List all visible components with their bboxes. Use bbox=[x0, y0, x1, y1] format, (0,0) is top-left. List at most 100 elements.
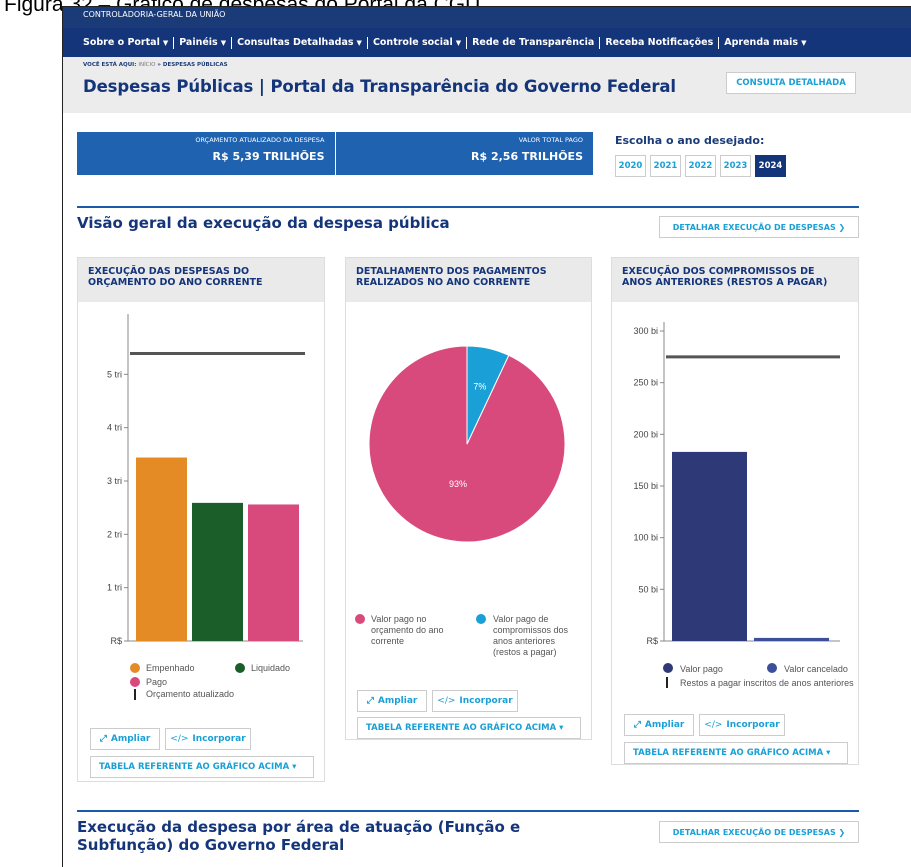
y-tick-label: 50 bi bbox=[638, 584, 658, 594]
card-title: DETALHAMENTO DOS PAGAMENTOS REALIZADOS N… bbox=[346, 258, 591, 302]
legend-empenhado[interactable]: Empenhado bbox=[146, 663, 195, 674]
browser-screenshot-frame: CONTROLADORIA-GERAL DA UNIÃO Sobre o Por… bbox=[62, 6, 911, 867]
tabela-dropdown-button[interactable]: TABELA REFERENTE AO GRÁFICO ACIMA ▾ bbox=[90, 756, 314, 778]
stats-panel: ORÇAMENTO ATUALIZADO DA DESPESA R$ 5,39 … bbox=[77, 132, 593, 175]
breadcrumb: VOCÊ ESTÁ AQUI: INÍCIO » DESPESAS PÚBLIC… bbox=[83, 62, 228, 68]
year-2024-button[interactable]: 2024 bbox=[755, 155, 786, 177]
consulta-detalhada-button[interactable]: CONSULTA DETALHADA bbox=[726, 72, 856, 94]
section-divider bbox=[77, 206, 859, 208]
nav-paineis[interactable]: Painéis ▼ bbox=[174, 36, 233, 49]
expand-arrow-icon: ⤢ bbox=[633, 720, 641, 730]
legend-pago[interactable]: Pago bbox=[146, 677, 167, 688]
bar-chart-restos-a-pagar: R$ 50 bi 100 bi 150 bi 200 bi 250 bi 300 bi bbox=[633, 322, 840, 646]
section-title-area-atuacao: Execução da despesa por área de atuação … bbox=[77, 818, 521, 854]
bar bbox=[192, 502, 243, 641]
year-selector: 2020 2021 2022 2023 2024 bbox=[615, 155, 786, 177]
legend-liquidado[interactable]: Liquidado bbox=[251, 663, 290, 674]
chart-card-pagamentos: DETALHAMENTO DOS PAGAMENTOS REALIZADOS N… bbox=[345, 257, 592, 740]
main-nav: Sobre o Portal ▼ Painéis ▼ Consultas Detal… bbox=[63, 28, 911, 57]
section-title-visao-geral: Visão geral da execução da despesa públi… bbox=[77, 214, 450, 232]
legend-restos-a-pagar[interactable]: Valor pago de compromissos dos anos ante… bbox=[493, 614, 568, 658]
pie-chart-pagamentos: 93% 7% bbox=[368, 345, 566, 543]
tabela-dropdown-button[interactable]: TABELA REFERENTE AO GRÁFICO ACIMA ▾ bbox=[357, 717, 581, 739]
nav-sobre[interactable]: Sobre o Portal ▼ bbox=[83, 36, 175, 49]
y-tick-label: 4 tri bbox=[107, 423, 122, 433]
nav-controle-social[interactable]: Controle social ▼ bbox=[368, 36, 468, 49]
card-title: EXECUÇÃO DOS COMPROMISSOS DE ANOS ANTERI… bbox=[612, 258, 858, 302]
legend-swatch-restos-inscritos bbox=[666, 677, 668, 688]
y-tick-label: R$ bbox=[110, 636, 122, 646]
detalhar-execucao-button-2[interactable]: DETALHAR EXECUÇÃO DE DESPESAS ❯ bbox=[659, 821, 859, 843]
chevron-down-icon: ▼ bbox=[801, 38, 807, 47]
stat-orcamento-value: R$ 5,39 TRILHÕES bbox=[212, 150, 325, 163]
expand-arrow-icon: ⤢ bbox=[99, 734, 107, 744]
pie-data-label: 7% bbox=[473, 382, 486, 392]
ampliar-button[interactable]: ⤢ Ampliar bbox=[357, 690, 427, 712]
nav-receba-notificacoes[interactable]: Receba Notificações bbox=[600, 36, 720, 49]
page-title: Despesas Públicas | Portal da Transparên… bbox=[83, 77, 676, 96]
chart-card-execucao: EXECUÇÃO DAS DESPESAS DO ORÇAMENTO DO AN… bbox=[77, 257, 325, 782]
code-brackets-icon: </> bbox=[437, 696, 456, 706]
incorporar-button[interactable]: </> Incorporar bbox=[432, 690, 518, 712]
year-2021-button[interactable]: 2021 bbox=[650, 155, 681, 177]
bar bbox=[672, 451, 747, 641]
legend-restos-inscritos[interactable]: Restos a pagar inscritos de anos anterio… bbox=[680, 678, 854, 689]
y-tick-label: 200 bi bbox=[633, 429, 658, 439]
code-brackets-icon: </> bbox=[170, 734, 189, 744]
pie-data-label: 93% bbox=[449, 479, 467, 489]
chevron-down-icon: ▼ bbox=[162, 38, 169, 47]
breadcrumb-home-link[interactable]: INÍCIO bbox=[138, 62, 155, 68]
chevron-down-icon: ▼ bbox=[356, 38, 362, 47]
incorporar-button[interactable]: </> Incorporar bbox=[699, 714, 785, 736]
legend-orcamento[interactable]: Orçamento atualizado bbox=[146, 689, 234, 700]
y-tick-label: 5 tri bbox=[107, 369, 122, 379]
bar-chart-execucao: R$ 1 tri 2 tri 3 tri 4 tri 5 tri bbox=[107, 314, 305, 646]
year-2020-button[interactable]: 2020 bbox=[615, 155, 646, 177]
legend-swatch-valor-pago bbox=[663, 663, 673, 673]
year-2022-button[interactable]: 2022 bbox=[685, 155, 716, 177]
nav-consultas[interactable]: Consultas Detalhadas ▼ bbox=[232, 36, 368, 49]
page-header: VOCÊ ESTÁ AQUI: INÍCIO » DESPESAS PÚBLIC… bbox=[63, 57, 911, 113]
chevron-down-icon: ▼ bbox=[220, 38, 227, 47]
stat-orcamento: ORÇAMENTO ATUALIZADO DA DESPESA R$ 5,39 … bbox=[77, 132, 336, 175]
incorporar-button[interactable]: </> Incorporar bbox=[165, 728, 251, 750]
chevron-down-icon: ▼ bbox=[455, 38, 462, 47]
y-tick-label: R$ bbox=[646, 636, 658, 646]
nav-aprenda-mais[interactable]: Aprenda mais ▼ bbox=[719, 37, 811, 49]
legend-valor-pago-orcamento[interactable]: Valor pago no orçamento do ano corrente bbox=[371, 614, 444, 647]
card-title: EXECUÇÃO DAS DESPESAS DO ORÇAMENTO DO AN… bbox=[78, 258, 324, 302]
legend-swatch-restos-a-pagar bbox=[476, 614, 486, 624]
top-bar: CONTROLADORIA-GERAL DA UNIÃO bbox=[63, 7, 911, 28]
y-tick-label: 300 bi bbox=[633, 326, 658, 336]
y-tick-label: 250 bi bbox=[633, 378, 658, 388]
y-tick-label: 100 bi bbox=[633, 533, 658, 543]
y-tick-label: 2 tri bbox=[107, 529, 122, 539]
year-selector-label: Escolha o ano desejado: bbox=[615, 134, 765, 147]
ampliar-button[interactable]: ⤢ Ampliar bbox=[90, 728, 160, 750]
year-2023-button[interactable]: 2023 bbox=[720, 155, 751, 177]
y-tick-label: 1 tri bbox=[107, 583, 122, 593]
y-tick-label: 3 tri bbox=[107, 476, 122, 486]
nav-rede-transparencia[interactable]: Rede de Transparência bbox=[467, 36, 601, 49]
expand-arrow-icon: ⤢ bbox=[366, 696, 374, 706]
legend-swatch-liquidado bbox=[235, 663, 245, 673]
legend-swatch-valor-pago-orcamento bbox=[355, 614, 365, 624]
bar bbox=[248, 504, 299, 641]
detalhar-execucao-button[interactable]: DETALHAR EXECUÇÃO DE DESPESAS ❯ bbox=[659, 216, 859, 238]
tabela-dropdown-button[interactable]: TABELA REFERENTE AO GRÁFICO ACIMA ▾ bbox=[624, 742, 848, 764]
y-tick-label: 150 bi bbox=[633, 481, 658, 491]
code-brackets-icon: </> bbox=[704, 720, 723, 730]
ampliar-button[interactable]: ⤢ Ampliar bbox=[624, 714, 694, 736]
bar bbox=[136, 457, 187, 641]
stat-total-pago: VALOR TOTAL PAGO R$ 2,56 TRILHÕES bbox=[471, 136, 583, 163]
org-name[interactable]: CONTROLADORIA-GERAL DA UNIÃO bbox=[83, 10, 225, 19]
legend-valor-pago[interactable]: Valor pago bbox=[680, 664, 723, 675]
stat-total-pago-value: R$ 2,56 TRILHÕES bbox=[471, 150, 583, 163]
legend-swatch-empenhado bbox=[130, 663, 140, 673]
legend-swatch-orcamento bbox=[134, 689, 136, 700]
section-divider bbox=[77, 810, 859, 812]
legend-valor-cancelado[interactable]: Valor cancelado bbox=[784, 664, 848, 675]
chart-card-restos-a-pagar: EXECUÇÃO DOS COMPROMISSOS DE ANOS ANTERI… bbox=[611, 257, 859, 765]
legend-swatch-valor-cancelado bbox=[767, 663, 777, 673]
legend-swatch-pago bbox=[130, 677, 140, 687]
